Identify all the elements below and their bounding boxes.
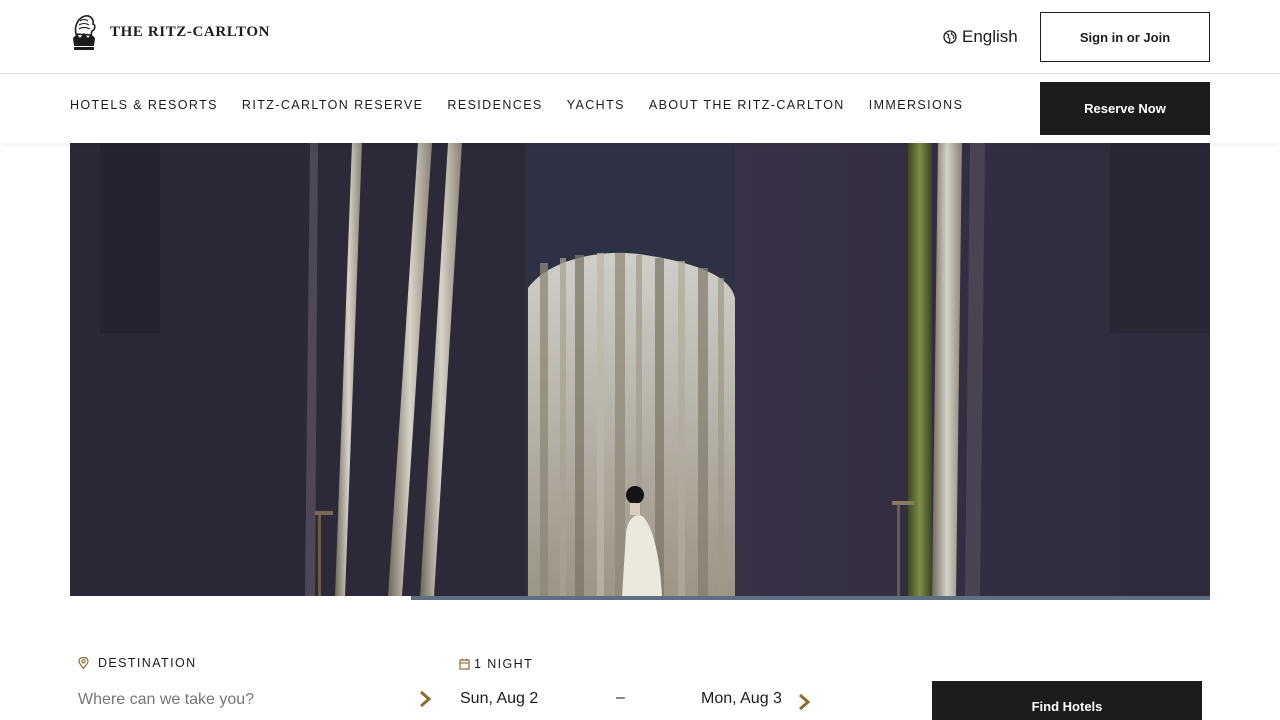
nights-label: 1 NIGHT: [459, 657, 533, 671]
lion-crown-icon: [73, 15, 96, 50]
find-hotels-button[interactable]: Find Hotels: [932, 681, 1202, 720]
nav-item-hotels-resorts[interactable]: HOTELS & RESORTS: [70, 98, 218, 112]
globe-icon: [943, 30, 957, 44]
nav-item-yachts[interactable]: YACHTS: [567, 98, 625, 112]
language-selector[interactable]: English: [943, 26, 1018, 48]
reserve-now-button[interactable]: Reserve Now: [1040, 82, 1210, 135]
main-navigation: HOTELS & RESORTS RITZ-CARLTON RESERVE RE…: [0, 74, 1280, 143]
language-label: English: [962, 27, 1018, 46]
check-out-date[interactable]: Mon, Aug 3: [701, 690, 782, 708]
nav-item-residences[interactable]: RESIDENCES: [447, 98, 542, 112]
dates-chevron-right-icon[interactable]: [797, 693, 811, 711]
top-header: THE RITZ-CARLTON English Sign in or Join: [0, 0, 1280, 74]
destination-chevron-right-icon[interactable]: [418, 690, 432, 708]
check-in-date[interactable]: Sun, Aug 2: [460, 690, 538, 708]
map-pin-icon: [78, 657, 89, 669]
brand-logo[interactable]: THE RITZ-CARLTON: [70, 12, 270, 52]
media-progress-bar[interactable]: [411, 596, 1210, 600]
nights-label-text: 1 NIGHT: [474, 657, 534, 671]
destination-input[interactable]: [78, 688, 408, 712]
nav-links: HOTELS & RESORTS RITZ-CARLTON RESERVE RE…: [70, 98, 987, 112]
date-separator: –: [616, 689, 625, 706]
hero-scene: [70, 143, 1210, 596]
destination-label: DESTINATION: [78, 656, 197, 670]
calendar-icon: [459, 658, 470, 670]
nav-item-immersions[interactable]: IMMERSIONS: [869, 98, 964, 112]
destination-label-text: DESTINATION: [98, 656, 197, 670]
hero-video[interactable]: [70, 143, 1210, 596]
find-hotels-label: Find Hotels: [1031, 699, 1103, 714]
nav-item-about[interactable]: ABOUT THE RITZ-CARLTON: [649, 98, 845, 112]
sign-in-button[interactable]: Sign in or Join: [1040, 12, 1210, 62]
brand-name: THE RITZ-CARLTON: [110, 23, 271, 40]
booking-form: DESTINATION 1 NIGHT Sun, Aug 2 – Mon, Au…: [0, 640, 1280, 720]
nav-item-reserve[interactable]: RITZ-CARLTON RESERVE: [242, 98, 424, 112]
